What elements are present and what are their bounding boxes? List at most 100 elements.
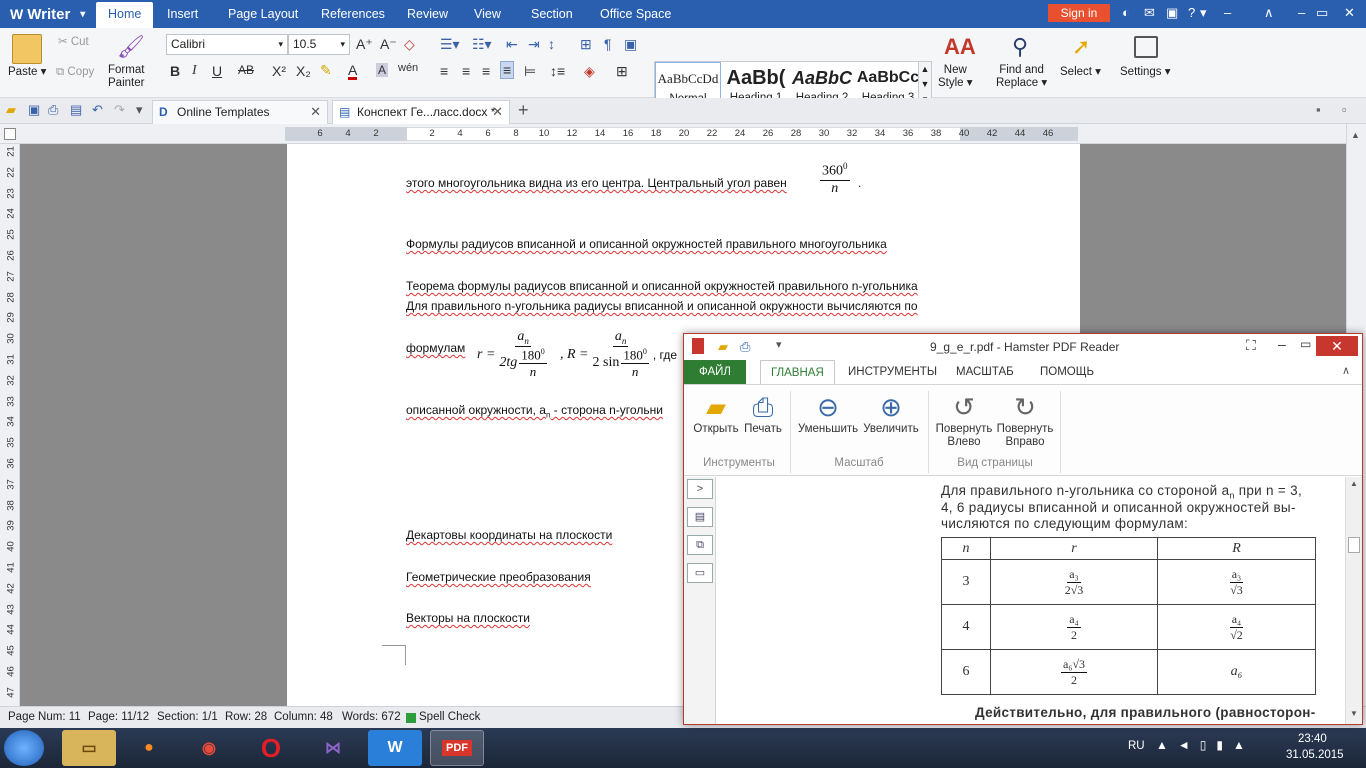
pdf-tab-home[interactable]: ГЛАВНАЯ	[760, 360, 835, 384]
clock-date[interactable]: 31.05.2015	[1286, 749, 1344, 761]
bold-icon[interactable]: B	[170, 63, 180, 79]
pdf-close-button[interactable]: ✕	[1316, 336, 1358, 356]
font-color-icon[interactable]: A	[348, 63, 358, 80]
print-icon[interactable]: ⎙	[740, 339, 750, 355]
open-folder-icon[interactable]: ▰	[6, 102, 16, 118]
pdf-zoom-out-button[interactable]: ⊖ Уменьшить	[796, 391, 860, 436]
collapse-ribbon-icon[interactable]: ∧	[1342, 364, 1350, 377]
phonetic-icon[interactable]: wén	[398, 62, 418, 74]
opera-icon[interactable]: O	[244, 730, 298, 766]
bullets-icon[interactable]: ☰▾	[440, 36, 460, 53]
help-icon[interactable]: ?	[1188, 5, 1195, 20]
firefox-icon[interactable]: ●	[122, 730, 176, 766]
minimize-icon[interactable]: –	[1224, 5, 1231, 20]
show-marks-icon[interactable]: ¶	[604, 36, 612, 52]
close-icon[interactable]: ✕	[1344, 5, 1355, 21]
tab-stop-selector[interactable]	[4, 128, 16, 140]
new-style-button[interactable]: New Style ▾	[938, 64, 973, 90]
tab-review[interactable]: Review	[407, 0, 448, 28]
status-spell-check[interactable]: Spell Check	[419, 711, 480, 723]
format-painter-button[interactable]: Format Painter	[108, 64, 144, 90]
pdf-print-button[interactable]: ⎙ Печать	[742, 391, 784, 436]
scrollbar-thumb[interactable]	[1348, 537, 1360, 553]
find-replace-button[interactable]: Find and Replace ▾	[996, 64, 1047, 90]
status-words[interactable]: Words: 672	[342, 711, 401, 723]
chevron-down-icon[interactable]: ▾	[1200, 5, 1207, 21]
pdf-tab-help[interactable]: ПОМОЩЬ	[1040, 360, 1094, 384]
font-name-select[interactable]: Calibri ▾	[166, 34, 288, 55]
align-left-icon[interactable]: ≡	[440, 63, 448, 79]
chrome-icon[interactable]: ◉	[182, 730, 236, 766]
distributed-icon[interactable]: ⊨	[524, 63, 536, 80]
tab-home[interactable]: Home	[96, 2, 154, 28]
increase-indent-icon[interactable]: ⇥	[528, 36, 540, 53]
copy-button[interactable]: ⧉ Copy	[56, 66, 94, 79]
app-logo-button[interactable]: W Writer ▾	[4, 3, 91, 25]
thumbnails-icon[interactable]: ▤	[687, 507, 713, 527]
save-icon[interactable]: ▣	[28, 102, 40, 118]
print-preview-icon[interactable]: ▤	[70, 102, 82, 118]
pdf-open-button[interactable]: ▰ Открыть	[692, 391, 740, 436]
shrink-font-icon[interactable]: A⁻	[380, 36, 397, 53]
sort-icon[interactable]: ↕	[548, 36, 555, 52]
pdf-tab-file[interactable]: ФАЙЛ	[684, 360, 746, 384]
restore-icon[interactable]: –	[1298, 5, 1305, 20]
open-folder-icon[interactable]: ▰	[718, 339, 728, 355]
clear-format-icon[interactable]: ◇	[404, 36, 415, 53]
pdf-zoom-in-button[interactable]: ⊕ Увеличить	[860, 391, 922, 436]
justify-icon[interactable]: ≡	[500, 61, 515, 79]
print-icon[interactable]: ⎙	[48, 102, 58, 118]
maximize-icon[interactable]: ▭	[1300, 337, 1311, 351]
chevron-down-icon[interactable]: ▾	[776, 338, 782, 351]
window-layout-icon[interactable]: ▪	[1316, 102, 1321, 117]
gift-icon[interactable]: ✉	[1144, 5, 1155, 21]
scroll-up-icon[interactable]: ▲	[1350, 479, 1358, 488]
pdf-titlebar[interactable]: ▰ ⎙ ▾ 9_g_e_r.pdf - Hamster PDF Reader ⛶…	[684, 334, 1362, 360]
pdf-scrollbar[interactable]: ▲ ▼	[1345, 477, 1362, 724]
visual-studio-icon[interactable]: ⋈	[306, 730, 360, 766]
close-icon[interactable]: ✕	[492, 101, 503, 123]
clock-time[interactable]: 23:40	[1298, 733, 1327, 745]
minimize-icon[interactable]: –	[1278, 336, 1286, 352]
align-right-icon[interactable]: ≡	[482, 63, 490, 79]
tab-section[interactable]: Section	[531, 0, 573, 28]
vertical-ruler[interactable]: 21 22 23 24 25 26 27 28 29 30 31 32 33 34 35 36 37 38 39 40…	[0, 144, 20, 706]
explorer-icon[interactable]: ▭	[62, 730, 116, 766]
pin-icon[interactable]: ∧	[1264, 5, 1274, 21]
fullscreen-icon[interactable]: ⛶	[1246, 337, 1256, 354]
start-button[interactable]	[4, 730, 44, 766]
chevron-down-icon[interactable]: ▾	[136, 102, 143, 118]
select-button[interactable]: Select ▾	[1060, 66, 1101, 79]
tab-insert[interactable]: Insert	[167, 0, 198, 28]
tab-page-layout[interactable]: Page Layout	[228, 0, 298, 28]
paste-icon[interactable]	[12, 34, 42, 64]
italic-icon[interactable]: I	[192, 63, 197, 79]
pdf-rotate-right-button[interactable]: ↻ Повернуть Вправо	[994, 391, 1056, 449]
tab-online-templates[interactable]: D Online Templates ✕	[152, 100, 328, 124]
numbering-icon[interactable]: ☷▾	[472, 36, 492, 53]
shirt-icon[interactable]: ▣	[1166, 5, 1178, 21]
pages-icon[interactable]: ⧉	[687, 535, 713, 555]
pdf-tab-zoom[interactable]: МАСШТАБ	[956, 360, 1014, 384]
new-tab-button[interactable]: +	[518, 100, 529, 121]
expand-panel-icon[interactable]: >	[687, 479, 713, 499]
writer-taskbar-icon[interactable]: W	[368, 730, 422, 766]
tab-references[interactable]: References	[321, 0, 385, 28]
language-indicator[interactable]: RU	[1128, 740, 1145, 752]
align-center-icon[interactable]: ≡	[462, 63, 470, 79]
sign-in-button[interactable]: Sign in	[1048, 4, 1110, 22]
redo-icon[interactable]: ↷	[114, 102, 125, 118]
grow-font-icon[interactable]: A⁺	[356, 36, 373, 53]
decrease-indent-icon[interactable]: ⇤	[506, 36, 518, 53]
tab-document[interactable]: ▤ Конспект Ге...ласс.docx * ✕	[332, 100, 510, 124]
scroll-down-icon[interactable]: ▼	[1350, 709, 1358, 718]
restore-icon[interactable]: ▫	[1342, 102, 1347, 117]
close-icon[interactable]: ✕	[310, 101, 321, 123]
horizontal-ruler[interactable]: 6 4 2 2 4 6 8 10 12 14 16 18 20 22 24 26 28 30 32 34 36 38 40 4…	[0, 124, 1366, 144]
pdf-page-view[interactable]: Для правильного n-угольника со стороной …	[717, 477, 1345, 724]
undo-icon[interactable]: ↶	[92, 102, 103, 118]
paste-button[interactable]: Paste ▾	[8, 66, 46, 79]
settings-button[interactable]: Settings ▾	[1120, 66, 1171, 79]
pdf-rotate-left-button[interactable]: ↺ Повернуть Влево	[934, 391, 994, 449]
table-icon[interactable]: ⊞	[580, 36, 592, 53]
